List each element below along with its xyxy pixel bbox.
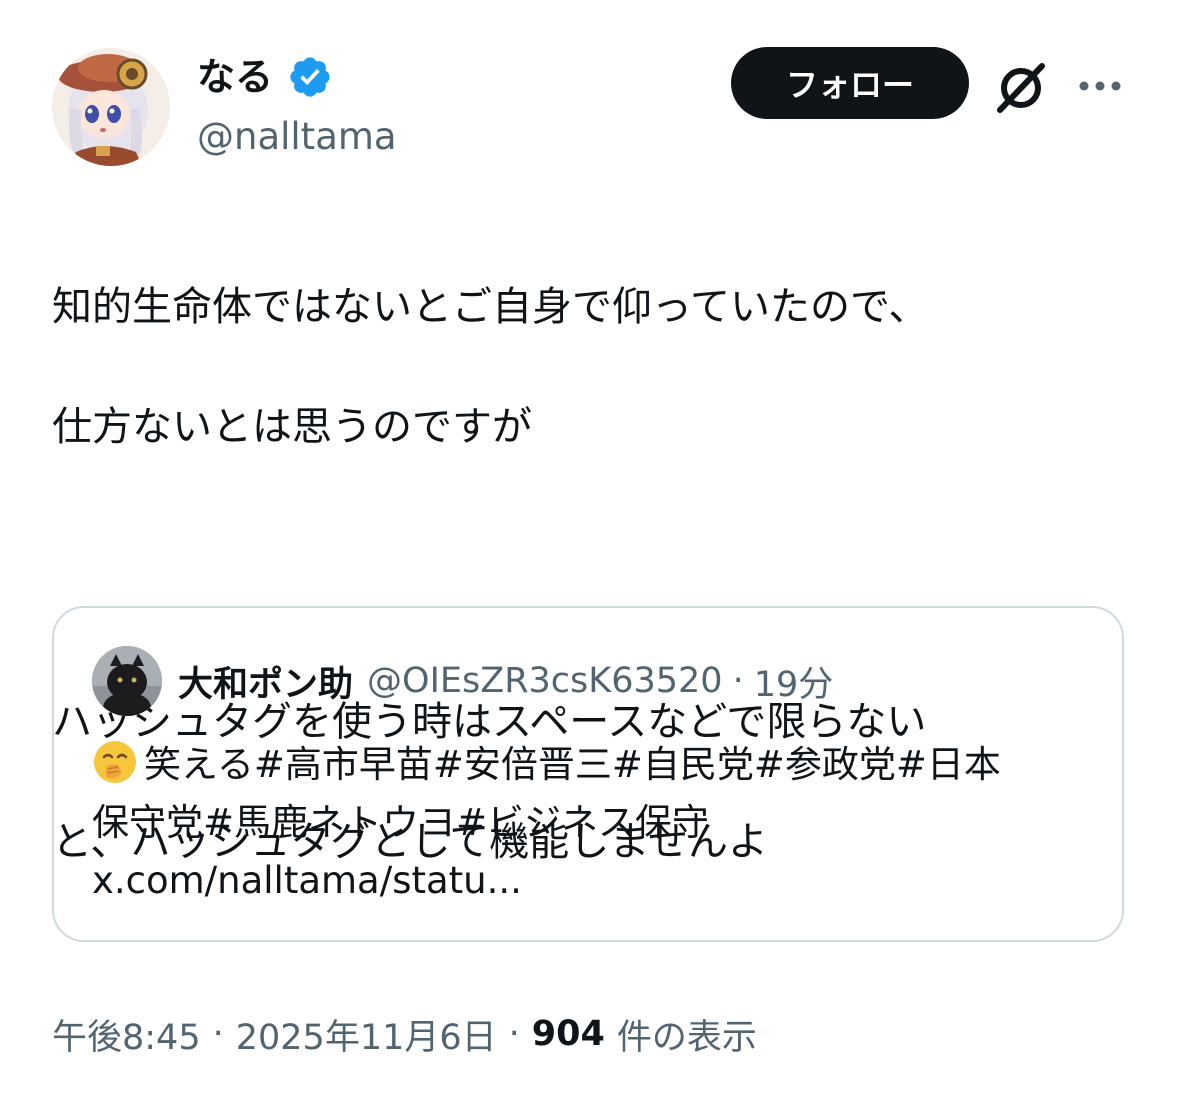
quote-text-line: 保守党#馬鹿ネトウヨ#ビジネス保守: [92, 801, 710, 844]
meta-separator: ·: [508, 1014, 520, 1054]
quote-author-avatar[interactable]: [92, 646, 162, 716]
quote-text-line-content: 笑える#高市早苗#安倍晋三#自民党#参政党#日本: [144, 743, 1001, 786]
face-with-hand-over-mouth-icon: [92, 739, 138, 785]
quote-author-handle[interactable]: @OIEsZR3csK63520: [367, 661, 723, 701]
tweet-text-line: 仕方ないとは思うのですが: [52, 404, 532, 450]
tweet-date[interactable]: 2025年11月6日: [236, 1009, 497, 1060]
author-name-row: なる: [197, 52, 333, 102]
cat-avatar-illustration: [92, 646, 162, 716]
avatar-illustration: [52, 48, 170, 166]
author-name[interactable]: なる: [197, 52, 273, 102]
quote-timestamp[interactable]: 19分: [754, 656, 834, 707]
verified-badge-icon: [287, 54, 333, 100]
view-count[interactable]: 904: [532, 1014, 605, 1054]
tweet-text-line: 知的生命体ではないとご自身で仰っていたので、: [52, 284, 929, 330]
author-handle[interactable]: @nalltama: [197, 113, 397, 161]
meta-separator: ·: [212, 1014, 224, 1054]
author-avatar[interactable]: [52, 48, 170, 166]
quote-text: 笑える#高市早苗#安倍晋三#自民党#参政党#日本 保守党#馬鹿ネトウヨ#ビジネス…: [92, 736, 1092, 910]
quote-header: 大和ポン助 @OIEsZR3csK63520 · 19分: [178, 654, 833, 708]
view-count-label: 件の表示: [616, 1017, 757, 1058]
grok-icon[interactable]: [992, 58, 1050, 116]
quote-separator: ·: [732, 661, 744, 701]
more-options-icon[interactable]: [1076, 68, 1124, 104]
quote-author-name[interactable]: 大和ポン助: [178, 656, 353, 707]
quote-text-line: 笑える#高市早苗#安倍晋三#自民党#参政党#日本: [92, 736, 1092, 794]
follow-button[interactable]: フォロー: [731, 47, 969, 119]
tweet-time[interactable]: 午後8:45: [52, 1009, 201, 1060]
tweet-meta: 午後8:45 · 2025年11月6日 · 904 件の表示: [52, 1006, 757, 1062]
quoted-tweet-card[interactable]: 大和ポン助 @OIEsZR3csK63520 · 19分 笑える#高市早苗#安倍…: [52, 606, 1124, 942]
quote-link[interactable]: x.com/nalltama/statu...: [92, 852, 1092, 910]
